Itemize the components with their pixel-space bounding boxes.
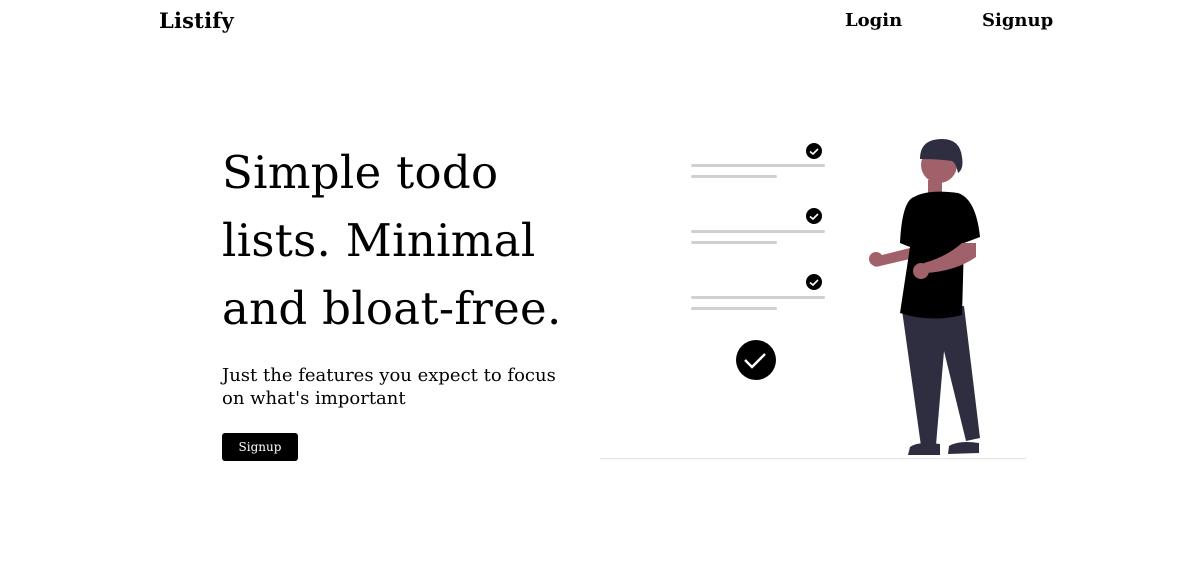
checklist-item xyxy=(691,143,825,178)
hero-title: Simple todo lists. Minimal and bloat-fre… xyxy=(222,146,562,335)
check-icon xyxy=(806,143,822,159)
check-icon xyxy=(806,208,822,224)
person-figure xyxy=(869,139,980,455)
large-check-icon xyxy=(736,340,776,380)
nav-login-link[interactable]: Login xyxy=(845,10,902,31)
nav-signup-link[interactable]: Signup xyxy=(982,10,1053,31)
ground-line xyxy=(600,458,1026,460)
hero-subtitle: Just the features you expect to focus on… xyxy=(222,365,556,409)
person-with-checklist-illustration xyxy=(600,139,1026,460)
hero-signup-button[interactable]: Signup xyxy=(222,433,298,461)
brand-logo[interactable]: Listify xyxy=(159,8,234,33)
checklist-item xyxy=(691,274,825,310)
checklist-item xyxy=(691,208,825,244)
check-icon xyxy=(806,274,822,290)
